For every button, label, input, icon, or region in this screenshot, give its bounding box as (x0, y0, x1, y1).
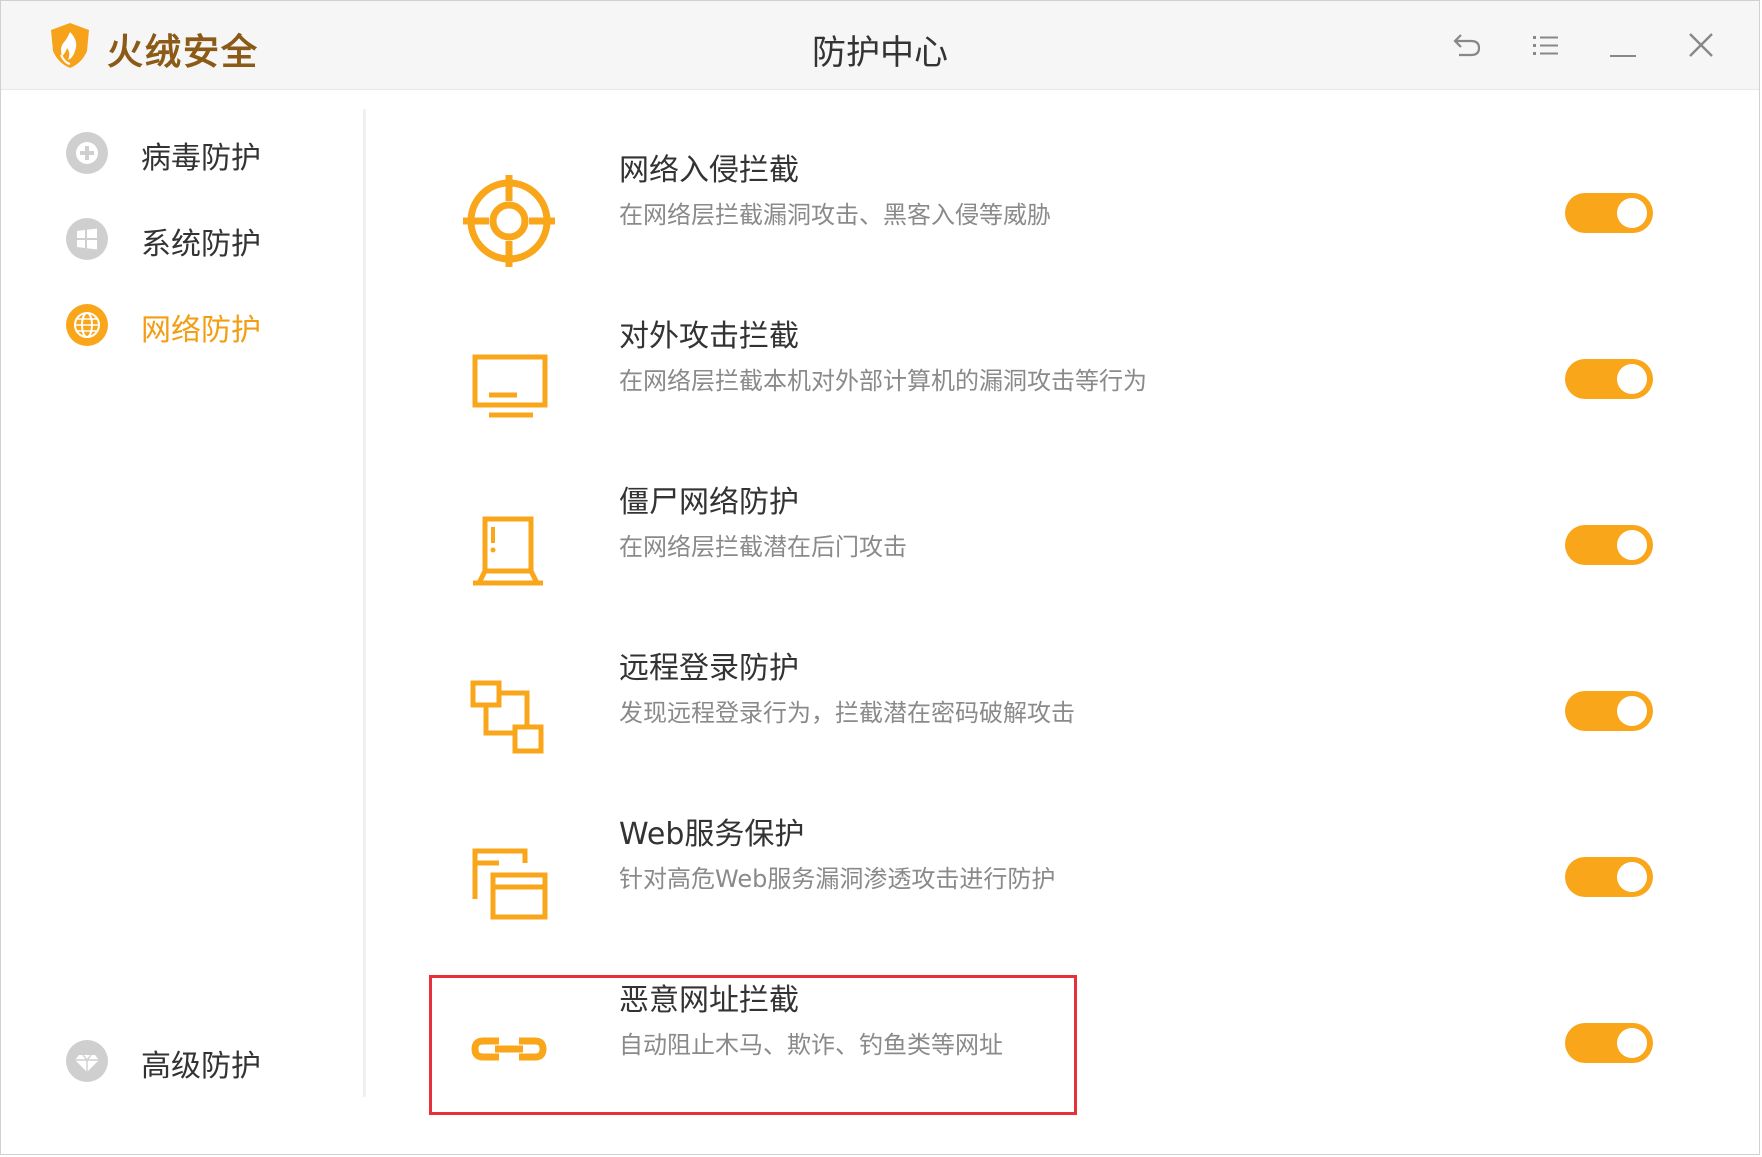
title-bar: 火绒安全 防护中心 (1, 1, 1759, 90)
back-button[interactable] (1447, 25, 1487, 65)
protection-description: 在网络层拦截漏洞攻击、黑客入侵等威胁 (619, 201, 1051, 229)
monitor-icon (459, 337, 559, 437)
sidebar-item-label: 系统防护 (141, 227, 261, 262)
diamond-icon (65, 1039, 109, 1083)
protection-title: 对外攻击拦截 (619, 319, 799, 354)
outbound-attack-toggle[interactable] (1565, 359, 1653, 399)
sidebar-item-network-protection[interactable]: 网络防护 (61, 295, 321, 355)
plus-circle-icon (65, 131, 109, 175)
protection-description: 在网络层拦截潜在后门攻击 (619, 533, 907, 561)
protection-description: 在网络层拦截本机对外部计算机的漏洞攻击等行为 (619, 367, 1147, 395)
protection-title: 远程登录防护 (619, 651, 799, 686)
malicious-url-toggle[interactable] (1565, 1023, 1653, 1063)
network-intrusion-toggle[interactable] (1565, 193, 1653, 233)
protection-row-malicious-url: 恶意网址拦截 自动阻止木马、欺诈、钓鱼类等网址 (431, 967, 1661, 1117)
app-window: 火绒安全 防护中心 病毒防护 系统防护 网络防护 高级防护 网络入侵拦截 在网络… (0, 0, 1760, 1155)
window-title: 防护中心 (812, 33, 948, 73)
remote-login-toggle[interactable] (1565, 691, 1653, 731)
protection-title: Web服务保护 (619, 817, 805, 852)
protection-description: 自动阻止木马、欺诈、钓鱼类等网址 (619, 1031, 1003, 1059)
protection-row-botnet: 僵尸网络防护 在网络层拦截潜在后门攻击 (431, 469, 1661, 619)
link-icon (459, 1001, 559, 1101)
protection-row-web-service: Web服务保护 针对高危Web服务漏洞渗透攻击进行防护 (431, 801, 1661, 951)
sidebar-item-label: 高级防护 (141, 1049, 261, 1084)
globe-icon (65, 303, 109, 347)
toggle-knob (1617, 1028, 1647, 1058)
botnet-toggle[interactable] (1565, 525, 1653, 565)
toggle-knob (1617, 364, 1647, 394)
protection-row-network-intrusion: 网络入侵拦截 在网络层拦截漏洞攻击、黑客入侵等威胁 (431, 137, 1661, 287)
minimize-button[interactable] (1603, 25, 1643, 65)
crosshair-icon (459, 171, 559, 271)
sidebar-item-advanced-protection[interactable]: 高级防护 (61, 1031, 321, 1091)
close-button[interactable] (1681, 25, 1721, 65)
close-icon (1689, 33, 1713, 57)
menu-icon (1533, 36, 1558, 55)
protection-title: 网络入侵拦截 (619, 153, 799, 188)
protection-row-remote-login: 远程登录防护 发现远程登录行为，拦截潜在密码破解攻击 (431, 635, 1661, 785)
protection-row-outbound-attack: 对外攻击拦截 在网络层拦截本机对外部计算机的漏洞攻击等行为 (431, 303, 1661, 453)
sidebar-item-label: 网络防护 (141, 313, 261, 348)
protection-title: 恶意网址拦截 (619, 983, 799, 1018)
protection-title: 僵尸网络防护 (619, 485, 799, 520)
protection-description: 发现远程登录行为，拦截潜在密码破解攻击 (619, 699, 1075, 727)
laptop-alert-icon (459, 503, 559, 603)
protection-description: 针对高危Web服务漏洞渗透攻击进行防护 (619, 865, 1056, 893)
back-icon (1453, 34, 1481, 57)
toggle-knob (1617, 198, 1647, 228)
sidebar-item-system-protection[interactable]: 系统防护 (61, 209, 321, 269)
toggle-knob (1617, 530, 1647, 560)
toggle-knob (1617, 862, 1647, 892)
web-windows-icon (459, 835, 559, 935)
toggle-knob (1617, 696, 1647, 726)
windows-icon (65, 217, 109, 261)
minimize-icon (1610, 55, 1636, 57)
remote-link-icon (459, 669, 559, 769)
sidebar-item-virus-protection[interactable]: 病毒防护 (61, 123, 321, 183)
web-service-toggle[interactable] (1565, 857, 1653, 897)
menu-button[interactable] (1525, 25, 1565, 65)
sidebar-divider (363, 109, 366, 1097)
sidebar-item-label: 病毒防护 (141, 141, 261, 176)
